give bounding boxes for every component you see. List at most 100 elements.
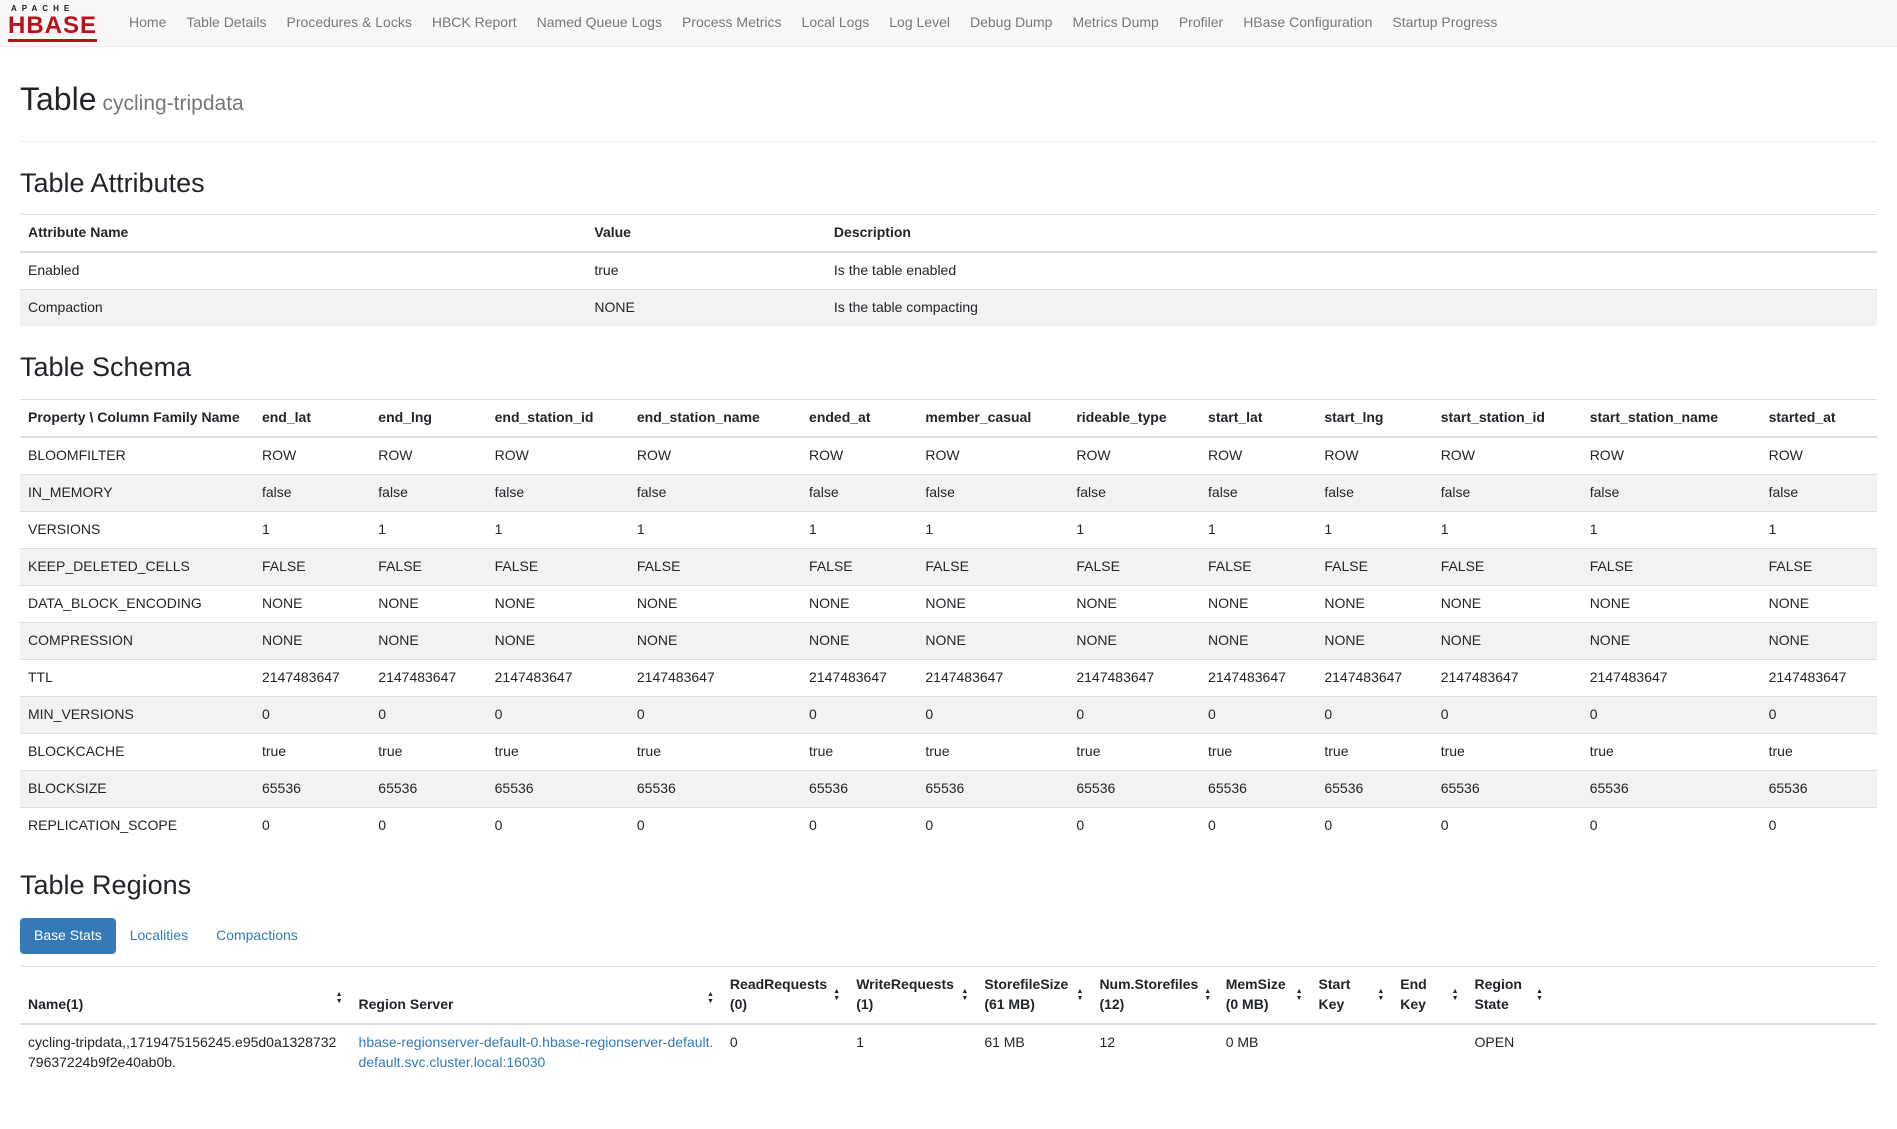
schema-family-end-station-name: end_station_name <box>629 399 801 436</box>
schema-value-cell: true <box>1068 733 1200 770</box>
schema-value-cell: 0 <box>370 696 486 733</box>
regions-column-inner: Num.Storefiles(12) <box>1099 975 1209 1015</box>
schema-value-cell: 1 <box>487 511 629 548</box>
region-storefile-size: 61 MB <box>976 1024 1091 1081</box>
schema-row: TTL2147483647214748364721474836472147483… <box>20 659 1877 696</box>
sort-icon[interactable] <box>1452 988 1459 1002</box>
schema-value-cell: 65536 <box>1582 770 1761 807</box>
region-region-state: OPEN <box>1467 1024 1877 1081</box>
schema-family-start-lng: start_lng <box>1316 399 1432 436</box>
schema-value-cell: 0 <box>1068 807 1200 843</box>
schema-value-cell: NONE <box>1433 622 1582 659</box>
schema-value-cell: NONE <box>1316 622 1432 659</box>
nav-link-process-metrics[interactable]: Process Metrics <box>672 2 792 44</box>
sort-icon[interactable] <box>833 988 840 1002</box>
nav-link-metrics-dump[interactable]: Metrics Dump <box>1062 2 1168 44</box>
schema-value-cell: 0 <box>254 696 370 733</box>
nav-link-profiler[interactable]: Profiler <box>1169 2 1233 44</box>
schema-row: BLOCKSIZE6553665536655366553665536655366… <box>20 770 1877 807</box>
tab-compactions[interactable]: Compactions <box>202 918 312 954</box>
nav-link-log-level[interactable]: Log Level <box>879 2 960 44</box>
sort-icon[interactable] <box>1377 988 1384 1002</box>
regions-column-readrequests-0[interactable]: ReadRequests(0) <box>722 967 848 1024</box>
schema-value-cell: 0 <box>370 807 486 843</box>
sort-icon[interactable] <box>1204 988 1211 1002</box>
schema-value-cell: 65536 <box>1316 770 1432 807</box>
schema-value-cell: 2147483647 <box>801 659 917 696</box>
nav-link-home[interactable]: Home <box>119 2 176 44</box>
sort-icon[interactable] <box>1077 988 1084 1002</box>
nav-link-debug-dump[interactable]: Debug Dump <box>960 2 1063 44</box>
schema-value-cell: 2147483647 <box>1316 659 1432 696</box>
schema-value-cell: 0 <box>1200 696 1316 733</box>
regions-column-num-storefiles-12[interactable]: Num.Storefiles(12) <box>1091 967 1217 1024</box>
regions-column-inner: Region Server <box>359 981 714 1015</box>
schema-property-name: MIN_VERSIONS <box>20 696 254 733</box>
tab-base-stats[interactable]: Base Stats <box>20 918 116 954</box>
schema-value-cell: true <box>487 733 629 770</box>
nav-link-startup-progress[interactable]: Startup Progress <box>1382 2 1507 44</box>
schema-value-cell: 65536 <box>629 770 801 807</box>
schema-value-cell: false <box>370 474 486 511</box>
regions-column-writerequests-1[interactable]: WriteRequests(1) <box>848 967 976 1024</box>
sort-icon[interactable] <box>707 991 714 1005</box>
nav-link-hbck-report[interactable]: HBCK Report <box>422 2 527 44</box>
sort-icon[interactable] <box>336 991 343 1005</box>
schema-value-cell: FALSE <box>1761 548 1877 585</box>
region-end-key <box>1392 1024 1466 1081</box>
schema-value-cell: 65536 <box>917 770 1068 807</box>
schema-value-cell: true <box>629 733 801 770</box>
schema-value-cell: false <box>801 474 917 511</box>
schema-property-name: BLOOMFILTER <box>20 437 254 474</box>
attribute-value: NONE <box>586 290 826 326</box>
tab-localities[interactable]: Localities <box>116 918 202 954</box>
schema-value-cell: NONE <box>254 622 370 659</box>
schema-value-cell: NONE <box>629 585 801 622</box>
nav-item-profiler: Profiler <box>1169 2 1233 44</box>
schema-value-cell: NONE <box>1582 585 1761 622</box>
schema-value-cell: true <box>370 733 486 770</box>
nav-link-local-logs[interactable]: Local Logs <box>792 2 880 44</box>
schema-row: KEEP_DELETED_CELLSFALSEFALSEFALSEFALSEFA… <box>20 548 1877 585</box>
navbar-menu: HomeTable DetailsProcedures & LocksHBCK … <box>119 2 1507 44</box>
schema-row: MIN_VERSIONS000000000000 <box>20 696 1877 733</box>
nav-item-procedures-locks: Procedures & Locks <box>277 2 422 44</box>
schema-value-cell: 1 <box>370 511 486 548</box>
schema-header-row: Property \ Column Family Name end_latend… <box>20 399 1877 436</box>
sort-icon[interactable] <box>961 988 968 1002</box>
regions-column-inner: Name(1) <box>28 981 343 1015</box>
schema-value-cell: 65536 <box>370 770 486 807</box>
schema-value-cell: NONE <box>1761 585 1877 622</box>
schema-value-cell: 65536 <box>487 770 629 807</box>
schema-value-cell: 0 <box>1316 807 1432 843</box>
schema-value-cell: 2147483647 <box>917 659 1068 696</box>
attributes-column-value: Value <box>586 215 826 252</box>
regions-column-region-server[interactable]: Region Server <box>351 967 722 1024</box>
attribute-description: Is the table compacting <box>826 290 1877 326</box>
nav-link-table-details[interactable]: Table Details <box>176 2 276 44</box>
nav-link-procedures-locks[interactable]: Procedures & Locks <box>277 2 422 44</box>
schema-value-cell: 1 <box>1582 511 1761 548</box>
schema-value-cell: 65536 <box>254 770 370 807</box>
schema-value-cell: 2147483647 <box>1582 659 1761 696</box>
regions-column-name-1[interactable]: Name(1) <box>20 967 351 1024</box>
regions-column-memsize-0-mb[interactable]: MemSize(0 MB) <box>1218 967 1311 1024</box>
regions-column-start-key[interactable]: StartKey <box>1311 967 1393 1024</box>
schema-family-end-lat: end_lat <box>254 399 370 436</box>
sort-icon[interactable] <box>1296 988 1303 1002</box>
schema-value-cell: false <box>917 474 1068 511</box>
schema-value-cell: ROW <box>629 437 801 474</box>
region-server-cell: hbase-regionserver-default-0.hbase-regio… <box>351 1024 722 1081</box>
hbase-logo[interactable]: APACHE HBASE <box>8 4 97 42</box>
nav-link-named-queue-logs[interactable]: Named Queue Logs <box>527 2 672 44</box>
schema-value-cell: FALSE <box>1316 548 1432 585</box>
regions-column-region-state[interactable]: RegionState <box>1467 967 1877 1024</box>
regions-column-storefilesize-61-mb[interactable]: StorefileSize(61 MB) <box>976 967 1091 1024</box>
schema-property-name: VERSIONS <box>20 511 254 548</box>
region-server-link[interactable]: hbase-regionserver-default-0.hbase-regio… <box>359 1034 714 1070</box>
sort-icon[interactable] <box>1536 988 1543 1002</box>
regions-column-end-key[interactable]: EndKey <box>1392 967 1466 1024</box>
nav-link-hbase-configuration[interactable]: HBase Configuration <box>1233 2 1382 44</box>
nav-item-table-details: Table Details <box>176 2 276 44</box>
schema-family-member-casual: member_casual <box>917 399 1068 436</box>
